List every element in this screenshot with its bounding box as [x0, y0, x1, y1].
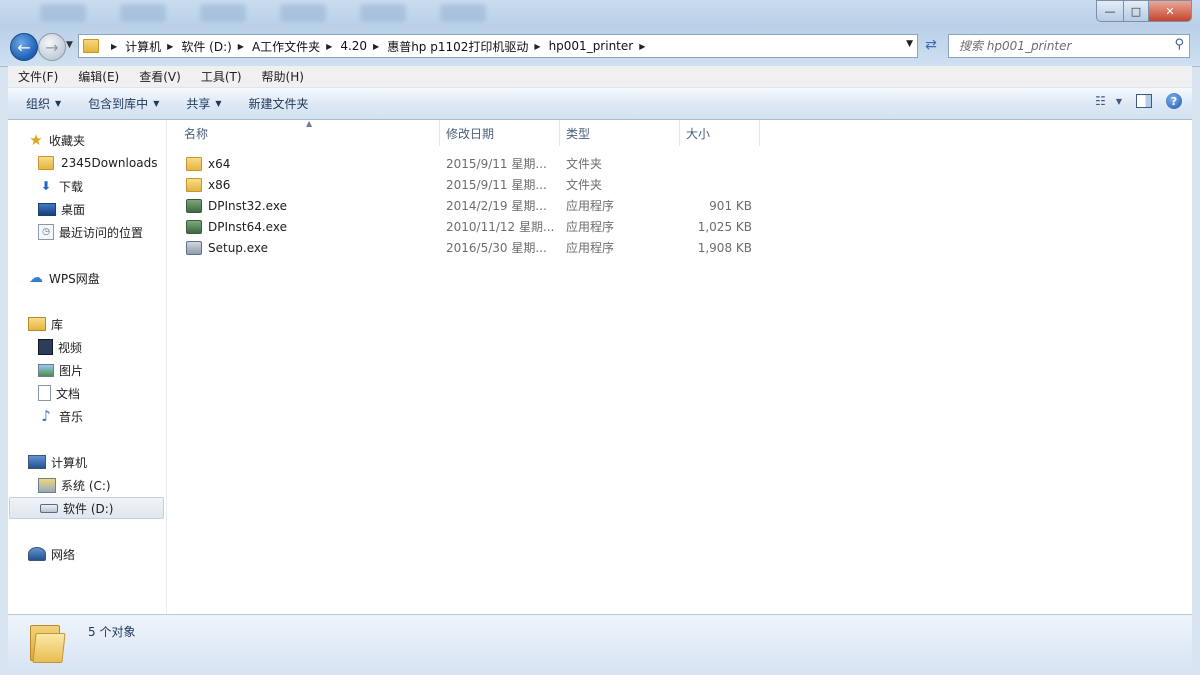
folder-icon — [186, 177, 202, 192]
refresh-icon: ⇄ — [925, 37, 937, 53]
document-icon — [38, 385, 51, 401]
back-button[interactable]: ← — [10, 33, 38, 61]
chevron-down-icon: ▼ — [215, 99, 222, 108]
recent-pages-dropdown[interactable]: ▼ — [66, 40, 73, 50]
network-icon — [28, 547, 46, 561]
folder-icon — [38, 156, 54, 170]
desktop-icon — [38, 202, 56, 216]
cloud-icon: ☁ — [29, 270, 43, 286]
preview-pane-button[interactable] — [1136, 94, 1152, 108]
share-button[interactable]: 共享 ▼ — [177, 95, 230, 112]
file-row-x64[interactable]: x64 2015/9/11 星期... 文件夹 — [166, 153, 766, 174]
menu-file[interactable]: 文件(F) — [8, 68, 68, 85]
library-icon — [28, 317, 46, 331]
help-icon: ? — [1170, 94, 1178, 108]
menu-bar: 文件(F) 编辑(E) 查看(V) 工具(T) 帮助(H) — [8, 66, 1192, 88]
column-divider[interactable] — [679, 120, 680, 146]
address-bar[interactable]: ▶ 计算机 ▶ 软件 (D:) ▶ A工作文件夹 ▶ 4.20 ▶ 惠普hp p1102… — [78, 34, 918, 58]
sidebar-favorites[interactable]: ★ 收藏夹 — [8, 129, 85, 151]
star-icon: ★ — [29, 131, 43, 149]
search-box[interactable]: ⚲ — [948, 34, 1190, 58]
file-row-dpinst64[interactable]: DPInst64.exe 2010/11/12 星期... 应用程序 1,025… — [166, 216, 766, 237]
column-header-name[interactable]: 名称 — [184, 120, 436, 146]
details-pane: 5 个对象 — [8, 614, 1192, 668]
folder-large-icon — [30, 621, 66, 663]
organize-button[interactable]: 组织 ▼ — [17, 95, 70, 112]
sidebar-item-drive-c[interactable]: 系统 (C:) — [8, 474, 111, 496]
menu-help[interactable]: 帮助(H) — [252, 68, 314, 85]
search-input[interactable] — [957, 38, 1166, 54]
folder-icon — [83, 39, 99, 53]
close-button[interactable]: ✕ — [1149, 0, 1192, 22]
exe-icon — [186, 219, 202, 234]
picture-icon — [38, 363, 54, 377]
column-divider[interactable] — [759, 120, 760, 146]
sidebar-item-recent-places[interactable]: ◷ 最近访问的位置 — [8, 221, 143, 243]
breadcrumb-separator[interactable]: ▶ — [105, 42, 125, 51]
sidebar-item-2345downloads[interactable]: 2345Downloads — [8, 152, 157, 174]
folder-icon — [186, 156, 202, 171]
column-header-size[interactable]: 大小 — [686, 120, 756, 146]
arrow-right-icon: → — [45, 37, 59, 57]
include-in-library-button[interactable]: 包含到库中 ▼ — [79, 95, 168, 112]
chevron-down-icon: ▼ — [1115, 96, 1122, 106]
video-icon — [38, 339, 53, 355]
chevron-down-icon: ▼ — [55, 99, 62, 108]
breadcrumb-hp001-printer[interactable]: hp001_printer ▶ — [549, 39, 654, 53]
sidebar-item-drive-d[interactable]: 软件 (D:) — [9, 497, 164, 519]
breadcrumb-computer[interactable]: 计算机 ▶ — [125, 38, 181, 55]
blurred-background-tabs — [40, 4, 486, 28]
column-header-date[interactable]: 修改日期 — [446, 120, 556, 146]
sidebar-item-pictures[interactable]: 图片 — [8, 359, 83, 381]
drive-icon — [40, 503, 58, 513]
breadcrumb-hp-driver[interactable]: 惠普hp p1102打印机驱动 ▶ — [387, 38, 548, 55]
column-divider[interactable] — [439, 120, 440, 146]
breadcrumb-4-20[interactable]: 4.20 ▶ — [340, 39, 387, 53]
file-row-x86[interactable]: x86 2015/9/11 星期... 文件夹 — [166, 174, 766, 195]
address-dropdown[interactable]: ▼ — [906, 39, 913, 49]
sidebar-item-documents[interactable]: 文档 — [8, 382, 80, 404]
menu-edit[interactable]: 编辑(E) — [68, 68, 129, 85]
sidebar-computer[interactable]: 计算机 — [8, 451, 87, 473]
sidebar-libraries[interactable]: 库 — [8, 313, 63, 335]
menu-tools[interactable]: 工具(T) — [191, 68, 252, 85]
sidebar-network[interactable]: 网络 — [8, 543, 75, 565]
column-header-type[interactable]: 类型 — [566, 120, 676, 146]
minimize-button[interactable]: — — [1096, 0, 1124, 22]
details-view-icon: ☷ — [1095, 94, 1106, 108]
sidebar-item-music[interactable]: ♪ 音乐 — [8, 405, 83, 427]
download-icon: ⬇ — [40, 179, 52, 193]
arrow-left-icon: ← — [17, 37, 31, 57]
search-icon[interactable]: ⚲ — [1174, 37, 1184, 52]
breadcrumb-drive-d[interactable]: 软件 (D:) ▶ — [181, 38, 252, 55]
chevron-down-icon: ▼ — [153, 99, 160, 108]
exe-icon — [186, 198, 202, 213]
breadcrumb-work-folder[interactable]: A工作文件夹 ▶ — [252, 38, 340, 55]
column-divider[interactable] — [559, 120, 560, 146]
sidebar-item-desktop[interactable]: 桌面 — [8, 198, 85, 220]
menu-view[interactable]: 查看(V) — [129, 68, 191, 85]
navigation-pane: ★ 收藏夹 2345Downloads ⬇ 下载 桌面 ◷ 最近访问的位置 ☁ WPS网… — [8, 120, 167, 614]
refresh-button[interactable]: ⇄ — [918, 34, 944, 56]
setup-exe-icon — [186, 240, 202, 255]
command-bar: 组织 ▼ 包含到库中 ▼ 共享 ▼ 新建文件夹 ☷ ▼ ? — [8, 88, 1192, 120]
help-button[interactable]: ? — [1166, 93, 1182, 109]
file-row-setup[interactable]: Setup.exe 2016/5/30 星期... 应用程序 1,908 KB — [166, 237, 766, 258]
system-drive-icon — [38, 477, 56, 493]
recent-places-icon: ◷ — [38, 224, 54, 240]
explorer-main: ★ 收藏夹 2345Downloads ⬇ 下载 桌面 ◷ 最近访问的位置 ☁ WPS网… — [8, 119, 1192, 614]
window-controls: — □ ✕ — [1096, 0, 1192, 22]
computer-icon — [28, 455, 46, 469]
maximize-button[interactable]: □ — [1124, 0, 1149, 22]
sidebar-item-videos[interactable]: 视频 — [8, 336, 82, 358]
change-view-button[interactable]: ☷ ▼ — [1095, 94, 1122, 108]
music-icon: ♪ — [41, 407, 51, 425]
file-row-dpinst32[interactable]: DPInst32.exe 2014/2/19 星期... 应用程序 901 KB — [166, 195, 766, 216]
new-folder-button[interactable]: 新建文件夹 — [240, 95, 318, 112]
item-count: 5 个对象 — [88, 625, 136, 639]
sidebar-item-downloads[interactable]: ⬇ 下载 — [8, 175, 83, 197]
sidebar-wps-cloud[interactable]: ☁ WPS网盘 — [8, 267, 100, 289]
file-list: ▲ 名称 修改日期 类型 大小 x64 2015/9/11 星期... 文件夹 … — [166, 119, 1192, 614]
forward-button[interactable]: → — [38, 33, 66, 61]
